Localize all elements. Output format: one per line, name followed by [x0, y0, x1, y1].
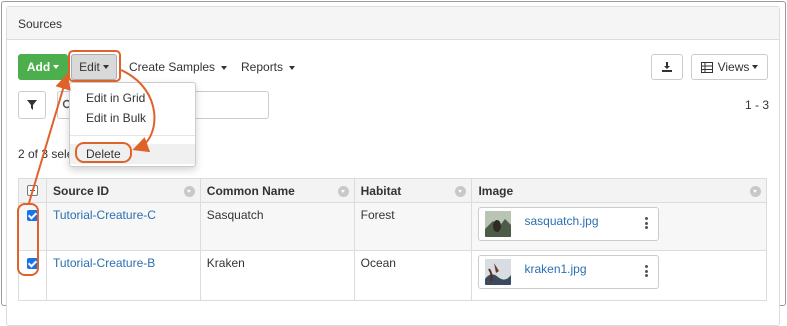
grid-icon — [700, 61, 713, 73]
habitat-cell: Forest — [353, 202, 473, 251]
row-select-cell — [18, 202, 47, 251]
source-id-cell: Tutorial-Creature-B — [45, 250, 201, 301]
add-button-label: Add — [26, 60, 51, 74]
image-thumbnail — [485, 259, 512, 285]
caret-down-icon — [221, 65, 228, 70]
habitat-cell: Ocean — [353, 250, 473, 301]
caret-down-icon — [53, 65, 60, 69]
views-button[interactable]: Views — [691, 54, 768, 80]
sources-table: Source ID Common Name Habitat Image Tuto… — [18, 178, 767, 301]
select-all-cell — [18, 178, 47, 203]
column-header-label: Common Name — [206, 183, 295, 198]
create-samples-button[interactable]: Create Samples — [129, 60, 228, 74]
table-header-row: Source ID Common Name Habitat Image — [18, 178, 767, 203]
add-button[interactable]: Add — [18, 54, 68, 80]
menu-divider — [70, 135, 195, 136]
table-row: Tutorial-Creature-B Kraken Ocean kraken1… — [18, 250, 767, 301]
download-button[interactable] — [651, 54, 683, 80]
menu-item-delete[interactable]: Delete — [70, 144, 195, 164]
file-name-link[interactable]: kraken1.jpg — [524, 262, 586, 276]
image-cell: sasquatch.jpg — [471, 202, 767, 251]
reports-label: Reports — [241, 60, 284, 74]
filter-button[interactable] — [18, 91, 46, 119]
column-header-habitat[interactable]: Habitat — [353, 178, 473, 203]
row-select-cell — [18, 250, 47, 301]
row-checkbox[interactable] — [27, 210, 38, 221]
file-attachment-card[interactable]: sasquatch.jpg — [478, 207, 660, 241]
create-samples-label: Create Samples — [129, 60, 216, 74]
edit-dropdown-menu: Edit in Grid Edit in Bulk Delete — [69, 82, 196, 167]
panel-title: Sources — [7, 7, 779, 40]
file-attachment-card[interactable]: kraken1.jpg — [478, 255, 660, 289]
column-header-image[interactable]: Image — [471, 178, 767, 203]
kebab-icon[interactable] — [645, 265, 649, 277]
edit-button[interactable]: Edit — [71, 54, 117, 80]
filter-icon — [27, 100, 37, 110]
sort-icon[interactable] — [750, 186, 761, 197]
column-header-label: Image — [478, 183, 514, 198]
row-checkbox[interactable] — [27, 258, 38, 269]
sort-icon[interactable] — [337, 186, 349, 197]
source-id-link[interactable]: Tutorial-Creature-B — [53, 256, 155, 270]
reports-button[interactable]: Reports — [241, 60, 296, 74]
table-row: Tutorial-Creature-C Sasquatch Forest sas… — [18, 202, 767, 251]
source-id-link[interactable]: Tutorial-Creature-C — [53, 208, 156, 222]
edit-button-label: Edit — [79, 60, 100, 74]
column-header-common-name[interactable]: Common Name — [199, 178, 355, 203]
kebab-icon[interactable] — [645, 217, 649, 229]
column-header-source-id[interactable]: Source ID — [45, 178, 201, 203]
selection-status: 2 of 3 sele — [18, 147, 74, 161]
menu-item-edit-in-bulk[interactable]: Edit in Bulk — [70, 108, 195, 128]
caret-down-icon — [752, 65, 759, 69]
download-icon — [662, 62, 672, 72]
sort-icon[interactable] — [183, 186, 195, 197]
source-id-cell: Tutorial-Creature-C — [45, 202, 201, 251]
column-header-label: Source ID — [52, 183, 109, 198]
views-label: Views — [717, 60, 750, 74]
select-all-checkbox[interactable] — [27, 184, 38, 196]
menu-item-edit-in-grid[interactable]: Edit in Grid — [70, 88, 195, 108]
common-name-cell: Kraken — [199, 250, 355, 301]
caret-down-icon — [289, 65, 296, 70]
sort-icon[interactable] — [455, 186, 467, 197]
pagination-range: 1 - 3 — [745, 98, 770, 112]
caret-down-icon — [102, 65, 109, 69]
column-header-label: Habitat — [360, 183, 402, 198]
image-cell: kraken1.jpg — [471, 250, 767, 301]
common-name-cell: Sasquatch — [199, 202, 355, 251]
file-name-link[interactable]: sasquatch.jpg — [524, 214, 598, 228]
image-thumbnail — [485, 211, 512, 237]
